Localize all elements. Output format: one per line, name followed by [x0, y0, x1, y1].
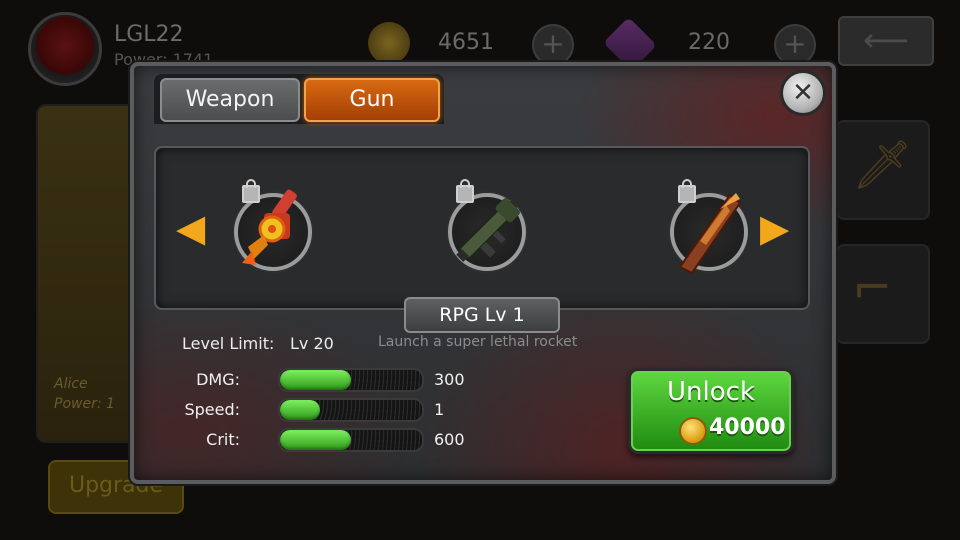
stat-value: 1 [434, 400, 445, 419]
tab-weapon[interactable]: Weapon [160, 78, 300, 122]
player-name: LGL22 [114, 22, 184, 47]
flamethrower-weapon-icon [242, 189, 297, 265]
add-coins-button[interactable]: + [532, 24, 574, 66]
back-arrow-icon: ⟵ [863, 21, 909, 59]
level-limit-value: Lv 20 [290, 334, 334, 353]
stat-value: 300 [434, 370, 465, 389]
weapon-slot-flamethrower[interactable] [234, 179, 312, 271]
arrow-right-icon[interactable]: ▶ [760, 208, 789, 248]
stat-bar [278, 398, 424, 422]
weapon-slot-fire-blade[interactable] [670, 179, 748, 275]
avatar[interactable] [28, 12, 102, 86]
knife-icon: 🗡 [852, 137, 913, 193]
unlock-price: 40000 [709, 415, 786, 440]
close-button[interactable]: ✕ [780, 70, 826, 116]
stat-label: DMG: [196, 370, 240, 389]
side-slot-pistol[interactable]: ⌐ [836, 244, 930, 344]
coin-icon [368, 22, 410, 64]
stat-label: Crit: [206, 430, 240, 449]
weapon-description: Launch a super lethal rocket [378, 334, 578, 350]
character-power: Power: 1 [54, 396, 115, 412]
weapon-name-plate: RPG Lv 1 [404, 297, 560, 333]
rpg-launcher-weapon-icon [456, 198, 520, 262]
stat-bar [278, 428, 424, 452]
pistol-icon: ⌐ [852, 260, 893, 316]
stat-fill [280, 370, 351, 390]
close-icon: ✕ [792, 78, 814, 108]
tab-gun[interactable]: Gun [304, 78, 440, 122]
gem-count: 220 [688, 30, 730, 55]
add-gems-button[interactable]: + [774, 24, 816, 66]
weapon-unlock-popup: Weapon Gun ✕ ◀ ▶ RPG Lv 1 Level Limit: L… [130, 62, 836, 484]
side-slot-knife[interactable]: 🗡 [836, 120, 930, 220]
arrow-left-icon[interactable]: ◀ [176, 208, 205, 248]
level-limit-label: Level Limit: [182, 334, 275, 353]
stat-value: 600 [434, 430, 465, 449]
stat-bar [278, 368, 424, 392]
stat-fill [280, 430, 351, 450]
back-button[interactable]: ⟵ [838, 16, 934, 66]
coin-count: 4651 [438, 30, 494, 55]
character-name: Alice [54, 376, 88, 392]
stat-label: Speed: [184, 400, 240, 419]
unlock-label: Unlock [667, 377, 755, 407]
coin-icon [679, 417, 707, 445]
unlock-button[interactable]: Unlock 40000 [628, 368, 794, 454]
weapon-slot-rpg[interactable] [448, 179, 526, 271]
weapon-carousel: ◀ ▶ [154, 146, 810, 310]
stat-fill [280, 400, 320, 420]
fire-blade-weapon-icon [678, 193, 742, 275]
